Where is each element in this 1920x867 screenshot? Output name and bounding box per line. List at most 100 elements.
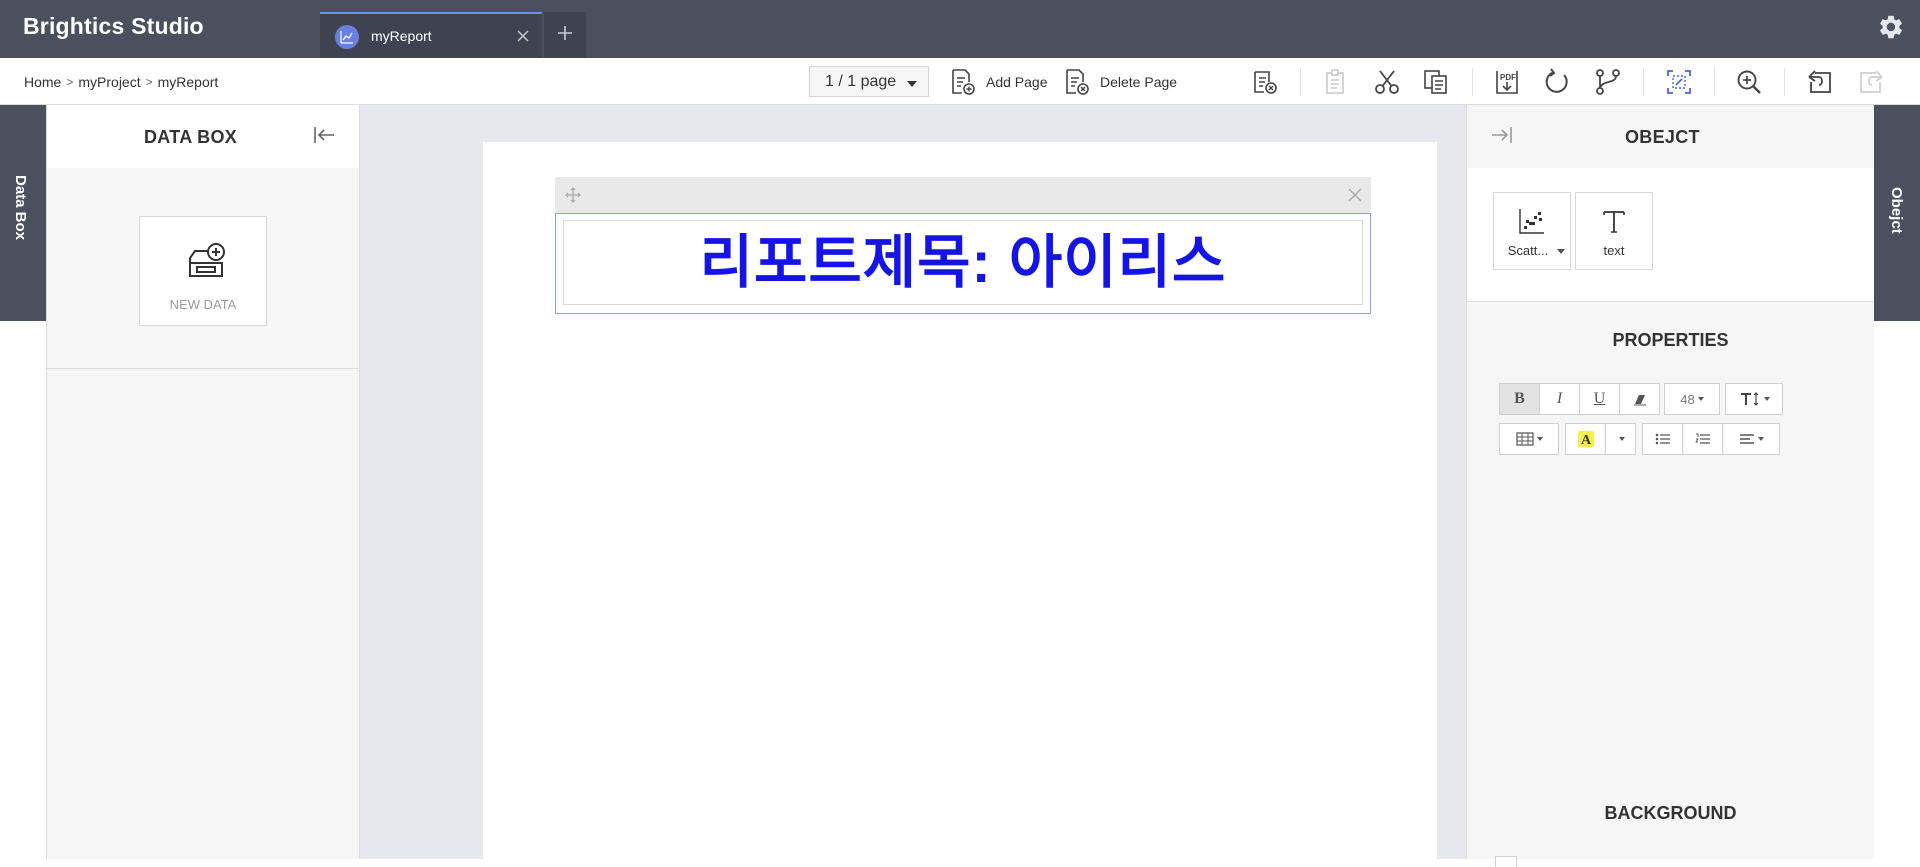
add-tab-button[interactable]: [544, 12, 586, 58]
breadcrumb-project[interactable]: myProject: [78, 74, 140, 90]
caret-down-icon[interactable]: [1557, 249, 1565, 254]
page-selector-value: 1 / 1 page: [825, 73, 897, 90]
breadcrumb: Home > myProject > myReport: [24, 74, 218, 90]
font-size-dropdown[interactable]: 48: [1664, 383, 1720, 415]
object-panel-header: OBEJCT: [1467, 105, 1874, 168]
report-title-text: 리포트제목: 아이리스: [699, 229, 1227, 295]
top-bar: Brightics Studio myReport: [0, 0, 1920, 58]
toolbar: Home > myProject > myReport 1 / 1 page A…: [0, 58, 1920, 105]
data-box-side-tab-label: Data Box: [12, 175, 29, 241]
toolbar-divider: [1300, 68, 1301, 96]
toolbar-divider: [1472, 68, 1473, 96]
bullet-list-button[interactable]: [1642, 423, 1683, 455]
fit-selection-icon[interactable]: [1665, 68, 1693, 96]
copy-icon[interactable]: [1422, 68, 1450, 96]
redo-icon[interactable]: [1857, 68, 1885, 96]
paste-icon[interactable]: [1322, 68, 1350, 96]
report-chart-icon: [335, 25, 359, 49]
collapse-left-icon[interactable]: [313, 126, 335, 144]
font-color-dropdown[interactable]: [1605, 423, 1636, 455]
text-object-content[interactable]: 리포트제목: 아이리스: [563, 220, 1363, 305]
data-box-panel: DATA BOX NEW DATA: [46, 105, 360, 859]
properties-title: PROPERTIES: [1612, 330, 1729, 350]
scatter-object-label: Scatt...: [1507, 243, 1549, 258]
background-checkbox[interactable]: [1495, 856, 1517, 867]
eraser-button[interactable]: [1619, 383, 1660, 415]
new-data-button[interactable]: NEW DATA: [139, 216, 267, 326]
breadcrumb-home[interactable]: Home: [24, 74, 61, 90]
italic-button[interactable]: I: [1539, 383, 1580, 415]
move-icon[interactable]: [565, 187, 581, 203]
text-object[interactable]: 리포트제목: 아이리스: [555, 213, 1371, 314]
toolbar-divider: [1643, 68, 1644, 96]
plus-icon: [558, 26, 572, 40]
bold-button[interactable]: B: [1499, 383, 1540, 415]
font-size-value: 48: [1680, 391, 1695, 407]
numbered-list-icon: [1694, 433, 1710, 444]
tab-myreport[interactable]: myReport: [320, 12, 542, 58]
text-object-label: text: [1603, 243, 1625, 258]
delete-object-icon[interactable]: [1251, 68, 1279, 96]
scatter-object-button[interactable]: Scatt...: [1493, 192, 1571, 270]
delete-page-label: Delete Page: [1100, 74, 1178, 90]
page-selector[interactable]: 1 / 1 page: [809, 66, 929, 97]
svg-text:A: A: [1581, 433, 1592, 448]
delete-page-icon: [1066, 69, 1089, 95]
caret-down-icon: [1536, 437, 1543, 441]
add-page-icon: [952, 69, 975, 95]
object-side-tab[interactable]: Obejct: [1874, 105, 1920, 321]
align-left-icon: [1739, 434, 1754, 444]
breadcrumb-report[interactable]: myReport: [158, 74, 219, 90]
object-palette: Scatt... text: [1467, 168, 1874, 302]
refresh-icon[interactable]: [1543, 68, 1571, 96]
text-object-button[interactable]: text: [1575, 192, 1653, 270]
delete-page-button[interactable]: Delete Page: [1064, 66, 1177, 98]
close-icon[interactable]: [516, 29, 530, 43]
zoom-in-icon[interactable]: [1735, 68, 1763, 96]
undo-icon[interactable]: [1806, 68, 1834, 96]
table-icon: [1515, 432, 1534, 446]
pdf-export-icon[interactable]: PDF: [1493, 68, 1521, 96]
report-page[interactable]: 리포트제목: 아이리스: [483, 142, 1437, 859]
new-data-label: NEW DATA: [169, 297, 237, 312]
toolbar-divider: [1714, 68, 1715, 96]
numbered-list-button[interactable]: [1682, 423, 1723, 455]
caret-down-icon: [1763, 397, 1770, 401]
align-dropdown[interactable]: [1722, 423, 1780, 455]
close-icon[interactable]: [1347, 187, 1363, 203]
line-height-icon: [1740, 392, 1758, 406]
branch-icon[interactable]: [1594, 68, 1622, 96]
eraser-icon: [1633, 395, 1646, 406]
toolbar-divider: [1784, 68, 1785, 96]
divider: [47, 368, 359, 369]
text-icon: [1603, 211, 1625, 233]
add-page-label: Add Page: [986, 74, 1048, 90]
gear-icon[interactable]: [1877, 13, 1905, 41]
caret-down-icon: [907, 81, 917, 87]
chevron-right-icon: >: [145, 75, 153, 89]
line-height-dropdown[interactable]: [1725, 383, 1783, 415]
data-box-side-tab[interactable]: Data Box: [0, 105, 46, 321]
caret-down-icon: [1697, 397, 1704, 401]
object-side-tab-label: Obejct: [1888, 187, 1905, 234]
background-title: BACKGROUND: [1604, 803, 1737, 823]
data-box-title: DATA BOX: [144, 127, 238, 147]
collapse-right-icon[interactable]: [1491, 126, 1513, 144]
object-toolbar[interactable]: [555, 177, 1371, 213]
data-box-header: DATA BOX: [47, 105, 359, 168]
scissors-icon[interactable]: [1373, 68, 1401, 96]
add-page-button[interactable]: Add Page: [950, 66, 1048, 98]
tab-label: myReport: [371, 28, 432, 44]
underline-button[interactable]: U: [1579, 383, 1620, 415]
app-logo: Brightics Studio: [23, 13, 204, 39]
table-dropdown[interactable]: [1499, 423, 1559, 455]
caret-down-icon: [1619, 437, 1625, 441]
add-data-icon: [189, 243, 225, 277]
scatter-chart-icon: [1519, 209, 1544, 234]
object-panel: OBEJCT Scatt... text PROPERTIES B I U 48…: [1466, 105, 1874, 867]
chevron-right-icon: >: [66, 75, 74, 89]
font-color-button[interactable]: A: [1565, 423, 1606, 455]
font-color-icon: A: [1577, 431, 1594, 448]
report-canvas: 리포트제목: 아이리스: [360, 105, 1466, 859]
bullet-list-icon: [1655, 433, 1670, 445]
